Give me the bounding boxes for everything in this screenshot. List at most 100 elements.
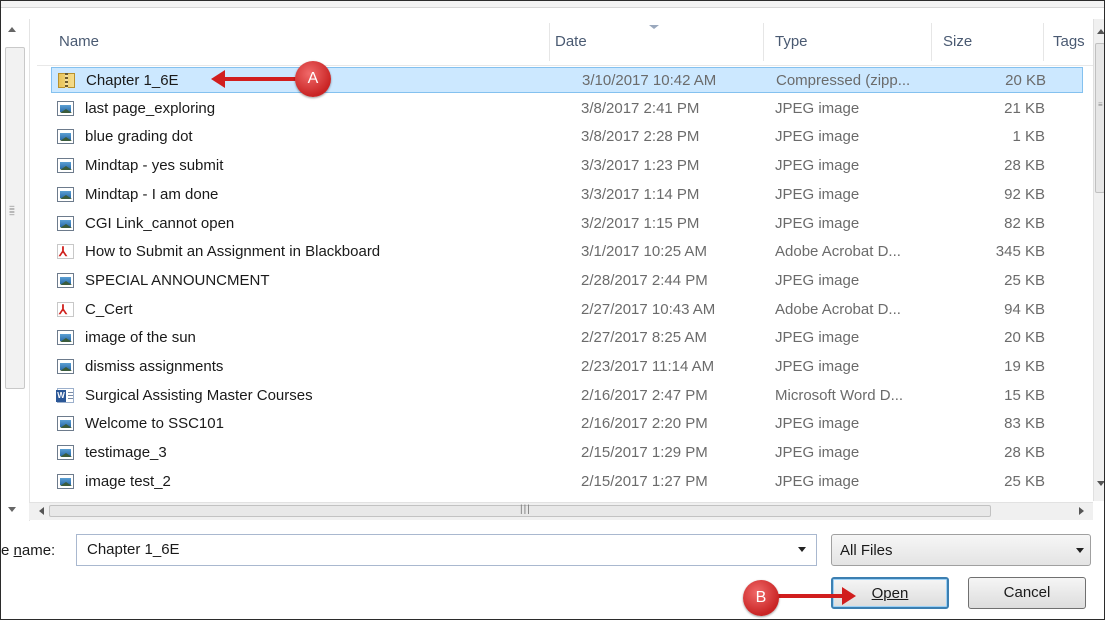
scroll-right-arrow-icon[interactable]	[1079, 507, 1084, 515]
file-size: 20 KB	[1005, 72, 1046, 89]
scroll-left-arrow-icon[interactable]	[39, 507, 44, 515]
file-type-filter-value: All Files	[840, 542, 893, 559]
file-date: 3/3/2017 1:14 PM	[581, 185, 700, 203]
file-name: How to Submit an Assignment in Blackboar…	[85, 243, 381, 261]
file-list: Name Date Type Size Tags Chapter 1_6E 3/1…	[37, 19, 1093, 501]
file-name-label: e name:	[1, 542, 55, 559]
file-row[interactable]: image of the sun 2/27/2017 8:25 AM JPEG im…	[51, 325, 1083, 351]
image-file-icon	[57, 416, 74, 432]
file-name: Mindtap - yes submit	[85, 157, 224, 175]
file-type: JPEG image	[775, 185, 860, 203]
file-type: Adobe Acrobat D...	[775, 243, 901, 261]
column-header-name[interactable]: Name	[59, 33, 99, 50]
annotation-arrow-b	[776, 594, 844, 598]
file-name-dropdown-button[interactable]	[792, 535, 816, 565]
file-date: 3/8/2017 2:41 PM	[581, 99, 700, 117]
file-row[interactable]: CGI Link_cannot open 3/2/2017 1:15 PM JPEG…	[51, 211, 1083, 237]
annotation-arrow-b-head	[842, 587, 856, 605]
file-row[interactable]: Welcome to SSC101 2/16/2017 2:20 PM JPEG i…	[51, 411, 1083, 437]
image-file-icon	[57, 445, 74, 461]
file-type: JPEG image	[775, 99, 860, 117]
file-name: Welcome to SSC101	[85, 415, 224, 433]
file-row[interactable]: ⅄ C_Cert 2/27/2017 10:43 AM Adobe Acrobat D…	[51, 297, 1083, 323]
scroll-grip-icon: = = =	[9, 203, 15, 220]
file-open-dialog: = = = Name Date Type Size Tags Chapter 1_6…	[0, 0, 1105, 620]
file-date: 3/8/2017 2:28 PM	[581, 128, 700, 146]
file-type: JPEG image	[775, 415, 860, 433]
image-file-icon	[57, 129, 74, 145]
column-divider[interactable]	[931, 23, 932, 61]
column-header-type[interactable]: Type	[775, 33, 808, 50]
column-divider[interactable]	[1043, 23, 1044, 61]
file-name-combobox[interactable]	[76, 534, 817, 566]
word-file-icon: W	[56, 387, 74, 403]
file-date: 2/23/2017 11:14 AM	[581, 358, 715, 375]
horizontal-scrollbar[interactable]: |||	[29, 502, 1093, 520]
file-row[interactable]: W Surgical Assisting Master Courses 2/16/2…	[51, 383, 1083, 409]
column-header-tags[interactable]: Tags	[1053, 33, 1085, 50]
scroll-up-arrow-icon[interactable]	[1097, 29, 1104, 34]
file-name: dismiss assignments	[85, 358, 224, 375]
column-header-row: Name Date Type Size Tags	[37, 19, 1093, 66]
column-divider[interactable]	[763, 23, 764, 61]
file-name: Surgical Assisting Master Courses	[85, 386, 313, 404]
dialog-top-edge	[1, 1, 1104, 8]
scroll-down-arrow-icon[interactable]	[8, 507, 16, 512]
sort-indicator-icon	[649, 25, 659, 29]
file-name: testimage_3	[85, 444, 167, 462]
file-type: JPEG image	[775, 358, 860, 375]
file-name-input[interactable]	[85, 540, 789, 559]
file-type: JPEG image	[775, 472, 860, 490]
file-row[interactable]: Chapter 1_6E 3/10/2017 10:42 AM Compressed…	[51, 67, 1083, 93]
file-date: 2/16/2017 2:20 PM	[581, 415, 708, 433]
file-size: 92 KB	[1004, 185, 1045, 203]
file-row[interactable]: ⅄ How to Submit an Assignment in Blackboa…	[51, 239, 1083, 265]
file-name: Mindtap - I am done	[85, 185, 219, 203]
image-file-icon	[57, 359, 74, 374]
vertical-scrollbar[interactable]: ≡	[1093, 19, 1104, 501]
image-file-icon	[57, 215, 74, 231]
file-date: 2/15/2017 1:27 PM	[581, 472, 708, 490]
file-row[interactable]: SPECIAL ANNOUNCMENT 2/28/2017 2:44 PM JPEG…	[51, 268, 1083, 294]
file-date: 2/27/2017 8:25 AM	[581, 329, 707, 347]
open-button-label: Open	[871, 585, 909, 602]
column-header-size[interactable]: Size	[943, 33, 972, 50]
file-date: 2/16/2017 2:47 PM	[581, 386, 708, 404]
file-row[interactable]: blue grading dot 3/8/2017 2:28 PM JPEG ima…	[51, 124, 1083, 150]
image-file-icon	[57, 330, 74, 346]
image-file-icon	[57, 272, 74, 288]
horizontal-scroll-thumb[interactable]: |||	[49, 504, 991, 517]
file-size: 1 KB	[1012, 128, 1045, 146]
file-date: 2/15/2017 1:29 PM	[581, 444, 708, 462]
file-size: 25 KB	[1004, 271, 1045, 289]
file-type: Microsoft Word D...	[775, 386, 904, 404]
column-header-date[interactable]: Date	[555, 33, 587, 50]
file-row[interactable]: dismiss assignments 2/23/2017 11:14 AM JPE…	[51, 354, 1083, 380]
cancel-button[interactable]: Cancel	[968, 577, 1086, 609]
file-row[interactable]: image test_2 2/15/2017 1:27 PM JPEG image 2…	[51, 469, 1083, 495]
file-size: 15 KB	[1004, 386, 1045, 404]
file-type: JPEG image	[775, 271, 860, 289]
file-name: blue grading dot	[85, 128, 193, 146]
file-type-filter-dropdown[interactable]: All Files	[831, 534, 1091, 566]
file-size: 19 KB	[1004, 358, 1045, 375]
file-row[interactable]: Mindtap - yes submit 3/3/2017 1:23 PM JPEG…	[51, 153, 1083, 179]
scroll-up-arrow-icon[interactable]	[8, 27, 16, 32]
vertical-scroll-thumb[interactable]: ≡	[1095, 43, 1104, 193]
file-size: 345 KB	[995, 243, 1045, 261]
file-row[interactable]: last page_exploring 3/8/2017 2:41 PM JPEG …	[51, 96, 1083, 122]
file-size: 82 KB	[1004, 214, 1045, 232]
file-type: Compressed (zipp...	[776, 72, 911, 89]
navigation-scroll-thumb[interactable]	[5, 47, 25, 389]
annotation-badge-b: B	[743, 580, 779, 616]
image-file-icon	[57, 473, 74, 489]
navigation-pane-scrollbar[interactable]: = = =	[1, 19, 30, 521]
scroll-grip-icon: ≡	[1098, 100, 1103, 109]
file-row[interactable]: testimage_3 2/15/2017 1:29 PM JPEG image 28…	[51, 440, 1083, 466]
column-divider[interactable]	[549, 23, 550, 61]
file-size: 21 KB	[1004, 99, 1045, 117]
image-file-icon	[57, 158, 74, 174]
scroll-down-arrow-icon[interactable]	[1097, 481, 1104, 486]
file-row[interactable]: Mindtap - I am done 3/3/2017 1:14 PM JPEG …	[51, 182, 1083, 208]
pdf-file-icon: ⅄	[57, 244, 74, 260]
